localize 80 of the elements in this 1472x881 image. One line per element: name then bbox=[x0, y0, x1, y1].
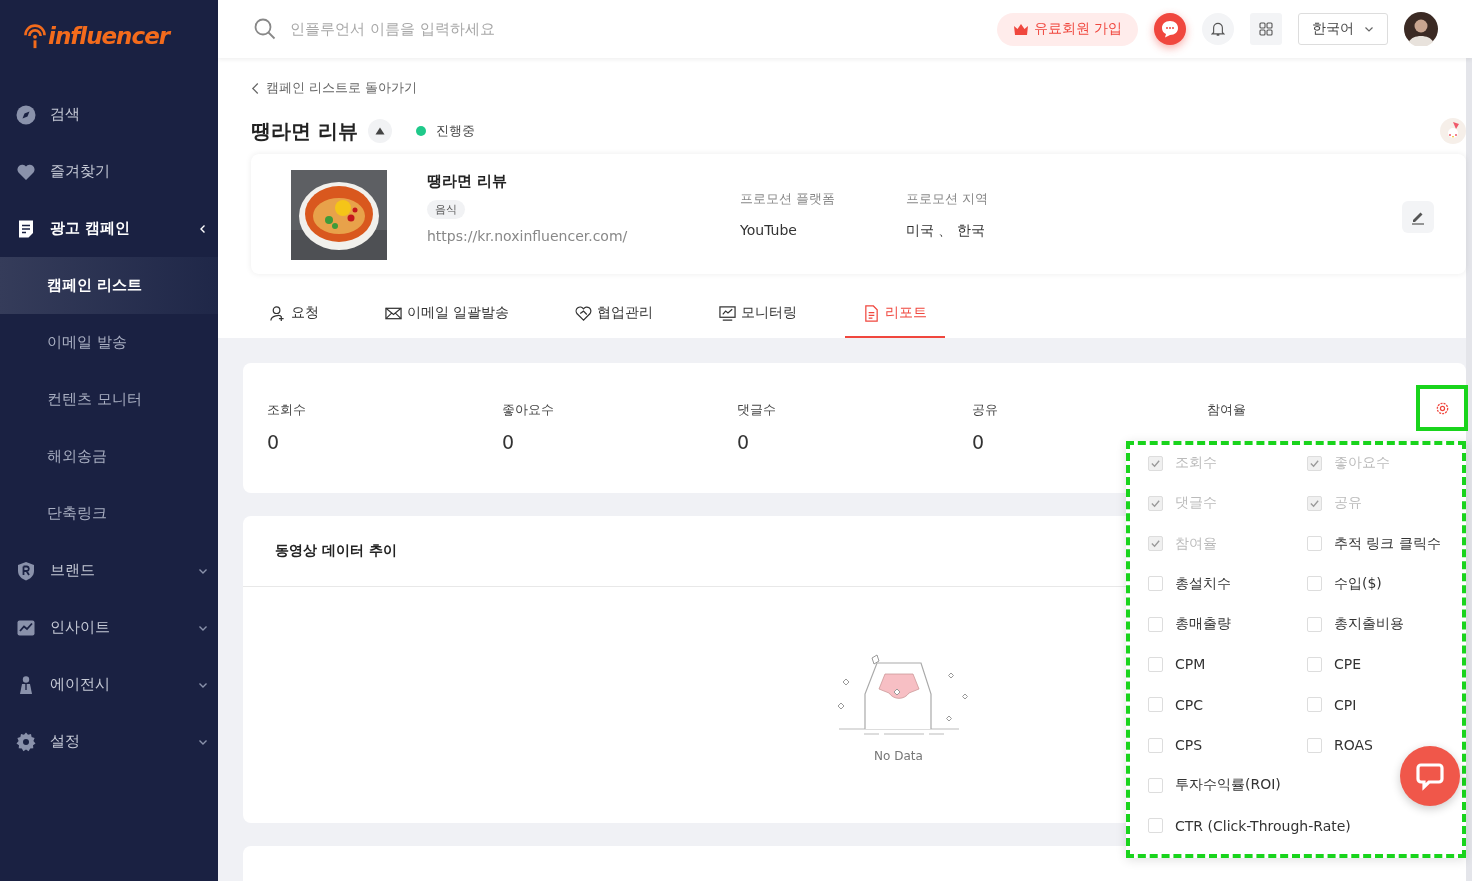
nav-item[interactable]: 인사이트 bbox=[0, 599, 218, 656]
checkmark-icon bbox=[1150, 538, 1161, 550]
field-value: 미국 、 한국 bbox=[906, 222, 986, 240]
grid-icon bbox=[1259, 22, 1273, 36]
chevron-left-icon bbox=[198, 223, 208, 234]
nav-item[interactable]: 즐겨찾기 bbox=[0, 143, 218, 200]
notification-button[interactable] bbox=[1202, 13, 1234, 45]
stat-label: 좋아요수 bbox=[502, 401, 555, 419]
field-label: 프로모션 지역 bbox=[906, 190, 990, 208]
nav-subitem[interactable]: 이메일 발송 bbox=[0, 314, 218, 371]
chat-button[interactable] bbox=[1154, 13, 1186, 45]
edit-button[interactable] bbox=[1402, 201, 1434, 233]
url-link[interactable]: https://kr.noxinfluencer.com/ bbox=[427, 228, 628, 244]
apps-button[interactable] bbox=[1250, 13, 1282, 45]
gear-icon bbox=[16, 731, 36, 752]
metric-option[interactable]: 총지출비용 bbox=[1307, 604, 1466, 645]
document-icon bbox=[863, 304, 881, 322]
chevron-left-icon bbox=[251, 81, 260, 95]
shield-icon bbox=[16, 560, 36, 581]
tab[interactable]: 모니터링 bbox=[701, 290, 816, 338]
stat-value: 0 bbox=[737, 431, 751, 453]
speech-bubble-icon bbox=[1160, 19, 1180, 39]
nav-item[interactable]: 검색 bbox=[0, 86, 218, 143]
empty-text: No Data bbox=[874, 749, 923, 763]
stat-value: 0 bbox=[267, 431, 281, 453]
compass-icon bbox=[16, 104, 36, 125]
nav-item[interactable]: 설정 bbox=[0, 713, 218, 770]
logo-icon bbox=[22, 23, 48, 49]
stat-label: 댓글수 bbox=[737, 401, 777, 419]
stat-label: 공유 bbox=[972, 401, 999, 419]
speech-bubble-icon bbox=[1415, 761, 1445, 791]
metric-option[interactable]: 투자수익률(ROI) bbox=[1148, 765, 1466, 806]
nav-item[interactable]: 브랜드 bbox=[0, 542, 218, 599]
metric-option[interactable]: CTR (Click-Through-Rate) bbox=[1148, 805, 1466, 846]
stat-value: 0 bbox=[502, 431, 516, 453]
field-label: 프로모션 플랫폼 bbox=[740, 190, 837, 208]
scrollbar[interactable] bbox=[1466, 58, 1472, 881]
settings-icon bbox=[1434, 400, 1450, 416]
category-tag: 음식 bbox=[427, 200, 465, 219]
metric-option[interactable]: 추적 링크 클릭수 bbox=[1307, 523, 1466, 564]
person-add-icon bbox=[269, 304, 286, 322]
metric-option[interactable]: CPS bbox=[1148, 725, 1307, 766]
bell-icon bbox=[1211, 21, 1225, 37]
nav-subitem[interactable]: 컨텐츠 모니터 bbox=[0, 371, 218, 428]
search-field[interactable]: 인플루언서 이름을 입력하세요 bbox=[288, 19, 652, 39]
back-link[interactable]: 캠페인 리스트로 돌아가기 bbox=[251, 78, 1466, 98]
metric-option[interactable]: CPE bbox=[1307, 644, 1466, 685]
nav-item[interactable]: 에이전시 bbox=[0, 656, 218, 713]
crown-icon bbox=[1012, 22, 1029, 36]
campaign-title: 땡라면 리뷰 bbox=[251, 117, 358, 145]
metric-option[interactable]: CPC bbox=[1148, 684, 1307, 725]
chart-icon bbox=[719, 304, 737, 322]
collapse-button[interactable] bbox=[367, 119, 392, 143]
search-icon bbox=[254, 18, 276, 40]
stat-label: 참여율 bbox=[1207, 401, 1247, 419]
nav-subitem[interactable]: 캠페인 리스트 bbox=[0, 257, 218, 314]
chicken-icon[interactable] bbox=[1440, 118, 1466, 144]
tab[interactable]: 협업관리 bbox=[557, 290, 672, 338]
status-dot bbox=[415, 126, 426, 136]
status-text: 진행중 bbox=[435, 122, 476, 140]
tab[interactable]: 요청 bbox=[251, 290, 337, 338]
metric-option[interactable]: ROAS bbox=[1307, 725, 1466, 766]
field-value: YouTube bbox=[740, 222, 798, 238]
avatar[interactable] bbox=[1404, 12, 1438, 46]
metric-option[interactable]: CPI bbox=[1307, 684, 1466, 725]
stat-label: 조회수 bbox=[267, 401, 307, 419]
chevron-down-icon bbox=[1364, 24, 1374, 34]
document-icon bbox=[16, 218, 36, 239]
language-dropdown[interactable]: 한국어 bbox=[1298, 13, 1388, 45]
campaign-name: 땡라면 리뷰 bbox=[427, 172, 508, 191]
tab[interactable]: 리포트 bbox=[845, 290, 946, 338]
stat-value: 0 bbox=[972, 431, 986, 453]
nav-subitem[interactable]: 해외송금 bbox=[0, 428, 218, 485]
tab[interactable]: 이메일 일괄발송 bbox=[367, 290, 528, 338]
metric-option[interactable]: 총매출량 bbox=[1148, 604, 1307, 645]
nav-item[interactable]: 광고 캠페인 bbox=[0, 200, 218, 257]
nav-subitem[interactable]: 단축링크 bbox=[0, 485, 218, 542]
logo-text: influencer bbox=[48, 23, 170, 49]
triangle-up-icon bbox=[374, 127, 385, 135]
metric-option[interactable]: CPM bbox=[1148, 644, 1307, 685]
